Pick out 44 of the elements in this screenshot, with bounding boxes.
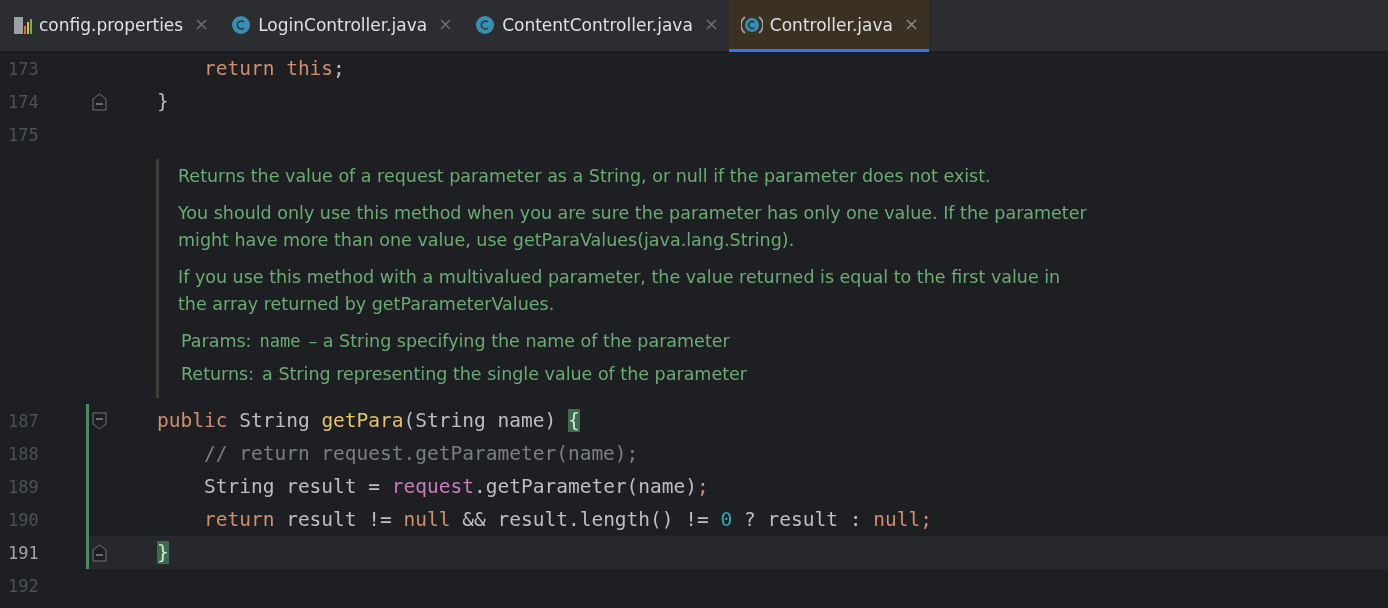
code-text: result != (286, 508, 393, 531)
file-tab[interactable]: ContentController.java (463, 0, 729, 52)
code-keyword: return (202, 508, 276, 531)
doc-tag-label: Returns: (181, 363, 255, 386)
code-text: ? result : (743, 508, 863, 531)
class-icon (475, 14, 496, 35)
code-keyword: ; (697, 475, 709, 498)
code-keyword: null; (873, 508, 932, 531)
abstract-class-icon (740, 14, 763, 35)
code-text: ; (333, 57, 345, 80)
doc-tag-label: Params: (181, 330, 252, 353)
fold-icon[interactable] (91, 411, 107, 430)
code-comment: // return request.getParameter(name); (202, 442, 639, 465)
doc-tag-text: a String representing the single value of the parameter (262, 363, 747, 386)
matched-brace: { (567, 409, 580, 432)
doc-tag-text: – a String specifying the name of the parameter (308, 330, 730, 353)
code-keyword: public (157, 409, 229, 432)
file-tab[interactable]: config.properties (0, 0, 220, 52)
file-tab[interactable]: Controller.java (728, 0, 929, 52)
code-text: .getParameter(name) (474, 475, 698, 498)
doc-paragraph: You should only use this method when you are sure the parameter has only one value. If the parameter might have more than one value, use getParaValues(java.lang.String). (178, 202, 1088, 252)
fold-icon[interactable] (91, 92, 107, 111)
close-icon[interactable] (440, 19, 452, 30)
parameter-name: name (259, 330, 301, 353)
field-name: request (391, 475, 474, 498)
code-text: && result.length() != (462, 508, 710, 531)
fold-icon[interactable] (91, 543, 107, 562)
code-keyword: return this (202, 57, 334, 80)
matched-brace: } (157, 541, 169, 564)
code-keyword: null (403, 508, 452, 531)
method-name: getPara (321, 409, 404, 432)
file-tab[interactable]: LoginController.java (219, 0, 464, 52)
code-text: } (157, 90, 169, 113)
code-text: (String name) (403, 409, 558, 432)
line-number: 191 (8, 542, 39, 563)
code-text: String (239, 409, 311, 432)
close-icon[interactable] (905, 19, 917, 30)
class-icon (231, 14, 252, 35)
close-icon[interactable] (196, 19, 208, 30)
close-icon[interactable] (705, 19, 717, 30)
number-literal: 0 (720, 508, 733, 531)
doc-paragraph: Returns the value of a request parameter as a String, or null if the parameter does not exist. (178, 165, 992, 188)
doc-paragraph: If you use this method with a multivalued parameter, the value returned is equal to the first value in the array returned by getParameterValues. (178, 266, 1062, 316)
code-text: String result = (202, 475, 382, 498)
